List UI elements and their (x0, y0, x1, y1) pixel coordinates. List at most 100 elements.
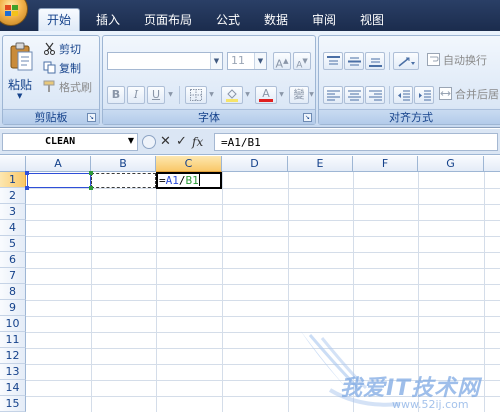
tab-view[interactable]: 视图 (352, 10, 392, 31)
align-left-button[interactable] (323, 86, 343, 104)
tab-insert[interactable]: 插入 (88, 10, 128, 31)
paste-button-label[interactable]: 粘贴 (8, 76, 32, 93)
grid-line (26, 364, 500, 365)
font-separator (179, 86, 180, 104)
active-cell-c1[interactable]: =A1/B1 (156, 172, 222, 189)
insert-function-icon[interactable]: fx (192, 133, 203, 151)
column-header-d[interactable]: D (222, 156, 288, 172)
column-header-g[interactable]: G (418, 156, 484, 172)
name-box-dropdown-icon[interactable]: ▼ (128, 136, 134, 145)
cancel-icon[interactable]: ✕ (160, 133, 171, 151)
row-header-15[interactable]: 15 (0, 396, 26, 412)
row-header-3[interactable]: 3 (0, 204, 26, 220)
reference-handle[interactable] (89, 186, 93, 190)
column-header-e[interactable]: E (288, 156, 353, 172)
office-button[interactable] (0, 0, 28, 26)
borders-button[interactable] (185, 86, 207, 104)
worksheet-grid[interactable]: A B C D E F G 1 2 3 4 5 6 7 8 9 10 11 12… (0, 156, 500, 412)
format-painter-button[interactable]: 格式刷 (43, 79, 92, 97)
font-size-dropdown-icon[interactable]: ▼ (254, 53, 266, 69)
orientation-icon (398, 57, 415, 67)
column-header-a[interactable]: A (26, 156, 91, 172)
row-header-8[interactable]: 8 (0, 284, 26, 300)
cell-c1-formula: =A1/B1 (159, 174, 200, 187)
phonetic-dropdown-icon[interactable]: ▼ (307, 86, 316, 104)
column-header-c[interactable]: C (156, 156, 222, 172)
tab-home[interactable]: 开始 (38, 8, 80, 31)
reference-handle[interactable] (25, 186, 29, 190)
copy-button[interactable]: 复制 (43, 60, 81, 78)
tab-formulas[interactable]: 公式 (208, 10, 248, 31)
grid-line (91, 172, 92, 412)
shrink-font-button[interactable]: A▼ (293, 52, 311, 71)
font-dialog-launcher-icon[interactable]: ↘ (303, 113, 312, 122)
cell-b1-reference-highlight[interactable] (89, 171, 156, 190)
column-header-f[interactable]: F (353, 156, 418, 172)
align-bottom-button[interactable] (365, 52, 385, 70)
row-header-2[interactable]: 2 (0, 188, 26, 204)
formula-input[interactable]: =A1/B1 (214, 133, 498, 151)
borders-dropdown-icon[interactable]: ▼ (207, 86, 216, 104)
grow-font-button[interactable]: A▲ (273, 52, 291, 71)
align-center-button[interactable] (344, 86, 364, 104)
align-middle-icon (348, 57, 361, 66)
paste-icon[interactable] (9, 42, 35, 72)
paste-dropdown-icon[interactable]: ▼ (17, 92, 22, 100)
name-box[interactable]: CLEAN ▼ (2, 133, 138, 151)
phonetic-button[interactable]: 變 (289, 86, 309, 104)
scissors-icon (44, 42, 55, 55)
row-header-14[interactable]: 14 (0, 380, 26, 396)
row-header-11[interactable]: 11 (0, 332, 26, 348)
font-name-dropdown-icon[interactable]: ▼ (210, 53, 222, 69)
fill-color-button[interactable] (221, 86, 243, 104)
row-header-1[interactable]: 1 (0, 172, 26, 188)
font-size-combo[interactable]: 11 ▼ (227, 52, 267, 70)
ribbon-tab-strip: 开始 插入 页面布局 公式 数据 审阅 视图 (0, 0, 500, 31)
grid-line (26, 316, 500, 317)
align-right-button[interactable] (365, 86, 385, 104)
row-header-4[interactable]: 4 (0, 220, 26, 236)
increase-indent-button[interactable] (414, 86, 434, 104)
reference-handle[interactable] (89, 171, 93, 175)
align-top-icon (327, 56, 340, 65)
align-top-button[interactable] (323, 52, 343, 70)
reference-handle[interactable] (25, 171, 29, 175)
cut-button[interactable]: 剪切 (43, 41, 81, 59)
row-header-10[interactable]: 10 (0, 316, 26, 332)
select-all-corner[interactable] (0, 156, 26, 172)
row-header-12[interactable]: 12 (0, 348, 26, 364)
wrap-text-button[interactable]: 自动换行 (427, 52, 487, 70)
row-header-7[interactable]: 7 (0, 268, 26, 284)
font-name-combo[interactable]: ▼ (107, 52, 223, 70)
font-group-label: 字体 (103, 109, 315, 124)
font-color-dropdown-icon[interactable]: ▼ (277, 86, 286, 104)
tab-review[interactable]: 审阅 (304, 10, 344, 31)
grid-line (26, 220, 500, 221)
orientation-button[interactable] (393, 52, 419, 70)
grid-line (26, 236, 500, 237)
italic-button[interactable]: I (127, 86, 145, 104)
underline-dropdown-icon[interactable]: ▼ (166, 86, 175, 104)
decrease-indent-icon (398, 90, 410, 101)
underline-button[interactable]: U (147, 86, 165, 104)
font-color-button[interactable]: A (255, 86, 277, 104)
row-header-9[interactable]: 9 (0, 300, 26, 316)
font-size-value: 11 (231, 54, 245, 67)
row-header-13[interactable]: 13 (0, 364, 26, 380)
decrease-indent-button[interactable] (393, 86, 413, 104)
clipboard-dialog-launcher-icon[interactable]: ↘ (87, 113, 96, 122)
tab-page-layout[interactable]: 页面布局 (136, 10, 200, 31)
row-header-6[interactable]: 6 (0, 252, 26, 268)
column-header-b[interactable]: B (91, 156, 156, 172)
fill-color-dropdown-icon[interactable]: ▼ (243, 86, 252, 104)
enter-icon[interactable]: ✓ (176, 133, 187, 151)
grid-line (418, 172, 419, 412)
tab-data[interactable]: 数据 (256, 10, 296, 31)
align-middle-button[interactable] (344, 52, 364, 70)
row-header-5[interactable]: 5 (0, 236, 26, 252)
merge-center-button[interactable]: 合并后居 (439, 86, 499, 104)
column-header-overflow[interactable] (484, 156, 500, 172)
bold-button[interactable]: B (107, 86, 125, 104)
cell-a1-reference-highlight[interactable] (25, 171, 93, 190)
formula-bar-expand-icon[interactable] (142, 135, 156, 149)
